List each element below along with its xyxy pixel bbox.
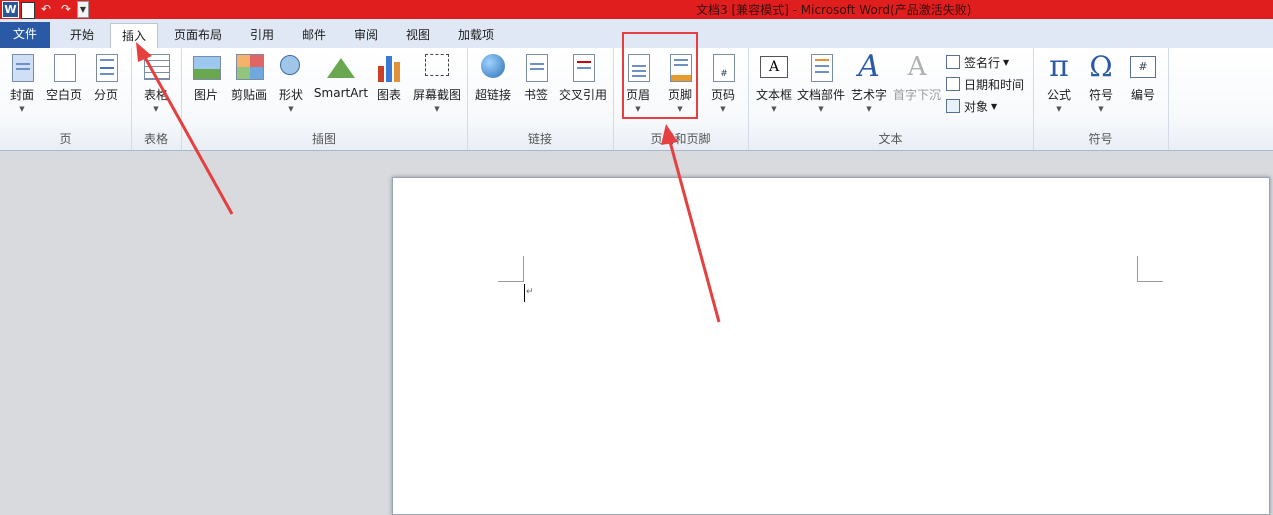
arrowhead-insert-tab bbox=[136, 42, 152, 62]
arrow-to-insert-tab bbox=[140, 51, 234, 215]
arrow-to-header-footer bbox=[667, 137, 721, 323]
arrowhead-header-footer bbox=[661, 124, 678, 145]
annotation-arrows bbox=[136, 42, 721, 323]
